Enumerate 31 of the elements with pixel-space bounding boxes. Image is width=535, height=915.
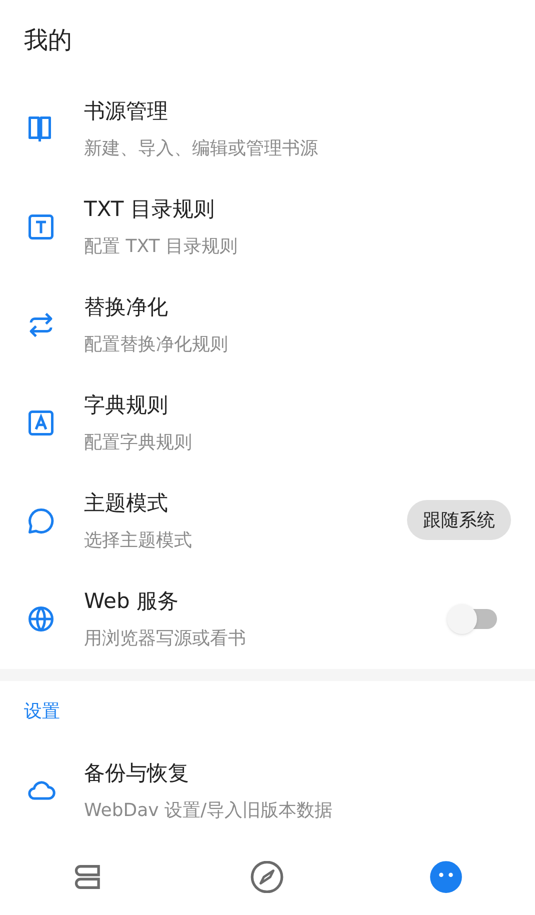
section-title: 设置 xyxy=(24,700,60,724)
toggle-switch[interactable] xyxy=(447,604,497,634)
menu-item[interactable]: 替换净化 配置替换净化规则 xyxy=(0,276,535,374)
chat-bubble-icon xyxy=(26,506,56,536)
item-title: 主题模式 xyxy=(84,490,169,517)
theme-dropdown[interactable]: 跟随系统 xyxy=(407,500,511,540)
menu-item[interactable]: TXT 目录规则 配置 TXT 目录规则 xyxy=(0,178,535,276)
item-subtitle: 配置替换净化规则 xyxy=(84,333,229,357)
globe-icon xyxy=(26,604,56,634)
item-subtitle: 配置 TXT 目录规则 xyxy=(84,235,238,259)
page-title: 我的 xyxy=(24,25,72,56)
face-icon[interactable] xyxy=(428,861,463,893)
item-subtitle: WebDav 设置/导入旧版本数据 xyxy=(84,799,334,823)
menu-item[interactable]: 字典规则 配置字典规则 xyxy=(0,374,535,472)
menu-item[interactable]: Web 服务 用浏览器写源或看书 xyxy=(0,570,535,668)
letter-a-icon xyxy=(26,408,56,438)
menu-item[interactable]: 备份与恢复 WebDav 设置/导入旧版本数据 xyxy=(0,741,535,841)
menu-item[interactable]: 主题模式 选择主题模式 跟随系统 xyxy=(0,472,535,570)
item-title: 备份与恢复 xyxy=(84,760,190,787)
item-title: TXT 目录规则 xyxy=(84,196,216,223)
menu-item[interactable]: 书源管理 新建、导入、编辑或管理书源 xyxy=(0,80,535,178)
item-title: 替换净化 xyxy=(84,294,169,321)
item-subtitle: 用浏览器写源或看书 xyxy=(84,627,247,651)
item-title: 字典规则 xyxy=(84,392,169,419)
letter-t-icon xyxy=(26,212,56,242)
compass-icon[interactable] xyxy=(250,861,284,893)
item-subtitle: 选择主题模式 xyxy=(84,529,193,553)
item-title: 书源管理 xyxy=(84,98,169,125)
item-title: Web 服务 xyxy=(84,588,180,615)
item-subtitle: 新建、导入、编辑或管理书源 xyxy=(84,137,319,161)
item-subtitle: 配置字典规则 xyxy=(84,431,193,455)
